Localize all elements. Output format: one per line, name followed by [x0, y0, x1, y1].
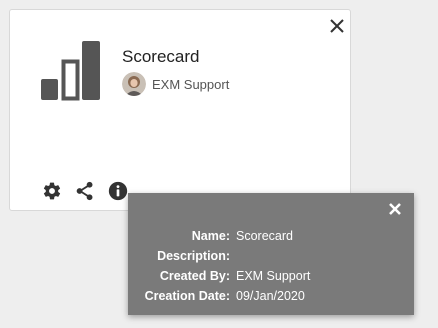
info-row-name: Name: Scorecard: [128, 226, 414, 246]
info-label: Name:: [191, 229, 230, 243]
card-title: Scorecard: [122, 47, 200, 66]
avatar: [122, 72, 146, 96]
owner-name: EXM Support: [152, 76, 230, 92]
info-row-description: Description:: [128, 246, 414, 266]
info-value: EXM Support: [236, 269, 311, 283]
info-label: Created By:: [159, 269, 230, 283]
owner-info: EXM Support: [122, 72, 229, 96]
info-label: Description:: [157, 249, 230, 263]
share-icon[interactable]: [75, 181, 95, 201]
gear-icon[interactable]: [42, 181, 62, 201]
close-icon[interactable]: [327, 16, 347, 36]
info-row-created-by: Created By: EXM Support: [128, 266, 414, 286]
card-actions: [42, 181, 141, 201]
bar-chart-icon: [41, 41, 100, 101]
info-label: Creation Date:: [144, 289, 230, 303]
info-icon[interactable]: [108, 181, 128, 201]
info-row-creation-date: Creation Date: 09/Jan/2020: [128, 286, 414, 306]
report-card[interactable]: Scorecard EXM Support: [9, 9, 351, 211]
info-value: 09/Jan/2020: [236, 289, 305, 303]
close-icon[interactable]: [387, 201, 403, 217]
info-value: Scorecard: [236, 229, 293, 243]
info-popup: Name: Scorecard Description: Created By:…: [128, 193, 414, 315]
info-details: Name: Scorecard Description: Created By:…: [128, 226, 414, 306]
